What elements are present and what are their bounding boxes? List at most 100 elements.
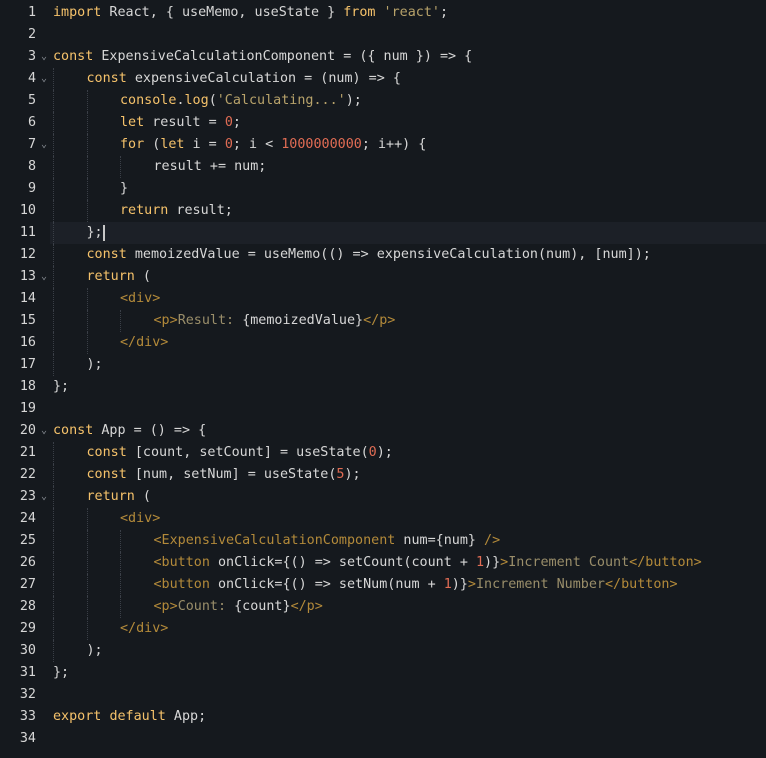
code-text: const [count, setCount] = useState(0); <box>87 442 393 464</box>
code-area[interactable]: const App = () => { <box>50 420 766 442</box>
code-area[interactable]: } <box>50 178 766 200</box>
code-area[interactable]: console.log('Calculating...'); <box>50 90 766 112</box>
code-line[interactable]: 6 let result = 0; <box>0 112 766 134</box>
code-line[interactable]: 18}; <box>0 376 766 398</box>
code-area[interactable]: </div> <box>50 618 766 640</box>
indent-guide <box>53 134 54 156</box>
indent-guide <box>53 244 54 266</box>
code-area[interactable]: const [num, setNum] = useState(5); <box>50 464 766 486</box>
code-area[interactable]: <div> <box>50 288 766 310</box>
code-line[interactable]: 12 const memoizedValue = useMemo(() => ex… <box>0 244 766 266</box>
code-area[interactable]: export default App; <box>50 706 766 728</box>
code-line[interactable]: 2 <box>0 24 766 46</box>
code-token: 1 <box>475 555 485 570</box>
code-line[interactable]: 32 <box>0 684 766 706</box>
line-number: 8 <box>27 159 36 174</box>
code-area[interactable]: return result; <box>50 200 766 222</box>
line-number: 14 <box>19 291 36 306</box>
code-line[interactable]: 33 export default App; <box>0 706 766 728</box>
code-token: return <box>86 269 135 284</box>
fold-chevron-icon[interactable]: ⌄ <box>41 486 47 508</box>
code-line[interactable]: 25 <ExpensiveCalculationComponent num={nu… <box>0 530 766 552</box>
code-line[interactable]: 21 const [count, setCount] = useState(0); <box>0 442 766 464</box>
code-editor[interactable]: 1 import React, { useMemo, useState } fro… <box>0 0 766 758</box>
code-area[interactable]: <p>Result: {memoizedValue}</p> <box>50 310 766 332</box>
code-line[interactable]: 30); <box>0 640 766 662</box>
code-area[interactable]: const [count, setCount] = useState(0); <box>50 442 766 464</box>
code-area[interactable]: <button onClick={() => setCount(count + … <box>50 552 766 574</box>
indent-guide <box>120 574 121 596</box>
code-line[interactable]: 27 <button onClick={() => setNum(num + 1)… <box>0 574 766 596</box>
indent-guide <box>86 288 88 310</box>
code-area[interactable]: for (let i = 0; i < 1000000000; i++) { <box>50 134 766 156</box>
code-token: onClick={() => setCount(count + <box>209 555 476 570</box>
code-line[interactable]: 20 ⌄ const App = () => { <box>0 420 766 442</box>
code-line[interactable]: 23 ⌄ return ( <box>0 486 766 508</box>
code-token: <div> <box>120 291 161 306</box>
code-area[interactable]: return ( <box>50 486 766 508</box>
code-area[interactable]: ); <box>50 354 766 376</box>
code-area[interactable]: }; <box>50 376 766 398</box>
fold-chevron-icon[interactable]: ⌄ <box>41 266 47 288</box>
code-line[interactable]: 17); <box>0 354 766 376</box>
code-token: ; <box>232 115 241 130</box>
code-line[interactable]: 8 result += num; <box>0 156 766 178</box>
line-gutter: 15 <box>0 310 50 332</box>
code-area[interactable]: result += num; <box>50 156 766 178</box>
line-number: 25 <box>19 533 36 548</box>
code-area[interactable] <box>50 684 766 706</box>
indent-guide <box>53 552 54 574</box>
fold-chevron-icon[interactable]: ⌄ <box>41 46 47 68</box>
code-line[interactable]: 29 </div> <box>0 618 766 640</box>
fold-chevron-icon[interactable]: ⌄ <box>41 68 47 90</box>
code-line[interactable]: 15 <p>Result: {memoizedValue}</p> <box>0 310 766 332</box>
code-line[interactable]: 28 <p>Count: {count}</p> <box>0 596 766 618</box>
code-token: ); <box>86 643 103 658</box>
code-line[interactable]: 3 ⌄ const ExpensiveCalculationComponent = … <box>0 46 766 68</box>
code-line[interactable]: 5 console.log('Calculating...'); <box>0 90 766 112</box>
code-line[interactable]: 26 <button onClick={() => setCount(count … <box>0 552 766 574</box>
fold-chevron-icon[interactable]: ⌄ <box>41 420 47 442</box>
code-area[interactable]: const ExpensiveCalculationComponent = ({… <box>50 46 766 68</box>
code-line[interactable]: 24 <div> <box>0 508 766 530</box>
code-line[interactable]: 19 <box>0 398 766 420</box>
code-token: const <box>86 467 127 482</box>
code-area[interactable]: <div> <box>50 508 766 530</box>
code-area[interactable] <box>50 398 766 420</box>
code-text: }; <box>53 376 69 398</box>
code-line[interactable]: 4 ⌄ const expensiveCalculation = (num) => … <box>0 68 766 90</box>
code-line[interactable]: 14 <div> <box>0 288 766 310</box>
code-line[interactable]: 31}; <box>0 662 766 684</box>
code-line[interactable]: 13 ⌄ return ( <box>0 266 766 288</box>
code-area[interactable]: const expensiveCalculation = (num) => { <box>50 68 766 90</box>
code-token: </button> <box>629 555 702 570</box>
code-area[interactable]: let result = 0; <box>50 112 766 134</box>
code-area[interactable]: }; <box>50 662 766 684</box>
code-area[interactable]: <p>Count: {count}</p> <box>50 596 766 618</box>
code-line[interactable]: 9} <box>0 178 766 200</box>
code-line[interactable]: 10 return result; <box>0 200 766 222</box>
code-area[interactable]: </div> <box>50 332 766 354</box>
code-line[interactable]: 22 const [num, setNum] = useState(5); <box>0 464 766 486</box>
indent-guide <box>53 90 54 112</box>
code-line[interactable]: 7 ⌄ for (let i = 0; i < 1000000000; i++) { <box>0 134 766 156</box>
line-number: 2 <box>27 27 36 42</box>
fold-chevron-icon[interactable]: ⌄ <box>41 134 47 156</box>
code-area[interactable]: return ( <box>50 266 766 288</box>
code-line[interactable]: 1 import React, { useMemo, useState } fro… <box>0 2 766 24</box>
code-area[interactable]: }; <box>50 222 766 244</box>
code-area[interactable]: <button onClick={() => setNum(num + 1)}>… <box>50 574 766 596</box>
code-area[interactable] <box>50 728 766 750</box>
code-area[interactable]: import React, { useMemo, useState } from… <box>50 2 766 24</box>
code-area[interactable] <box>50 24 766 46</box>
code-token: log <box>184 93 209 108</box>
code-area[interactable]: ); <box>50 640 766 662</box>
code-line[interactable]: 16 </div> <box>0 332 766 354</box>
code-line[interactable]: 34 <box>0 728 766 750</box>
indent-guide <box>53 618 54 640</box>
code-line[interactable]: 11}; <box>0 222 766 244</box>
code-text: } <box>120 178 128 200</box>
code-area[interactable]: <ExpensiveCalculationComponent num={num}… <box>50 530 766 552</box>
code-area[interactable]: const memoizedValue = useMemo(() => expe… <box>50 244 766 266</box>
code-token: result; <box>168 203 233 218</box>
